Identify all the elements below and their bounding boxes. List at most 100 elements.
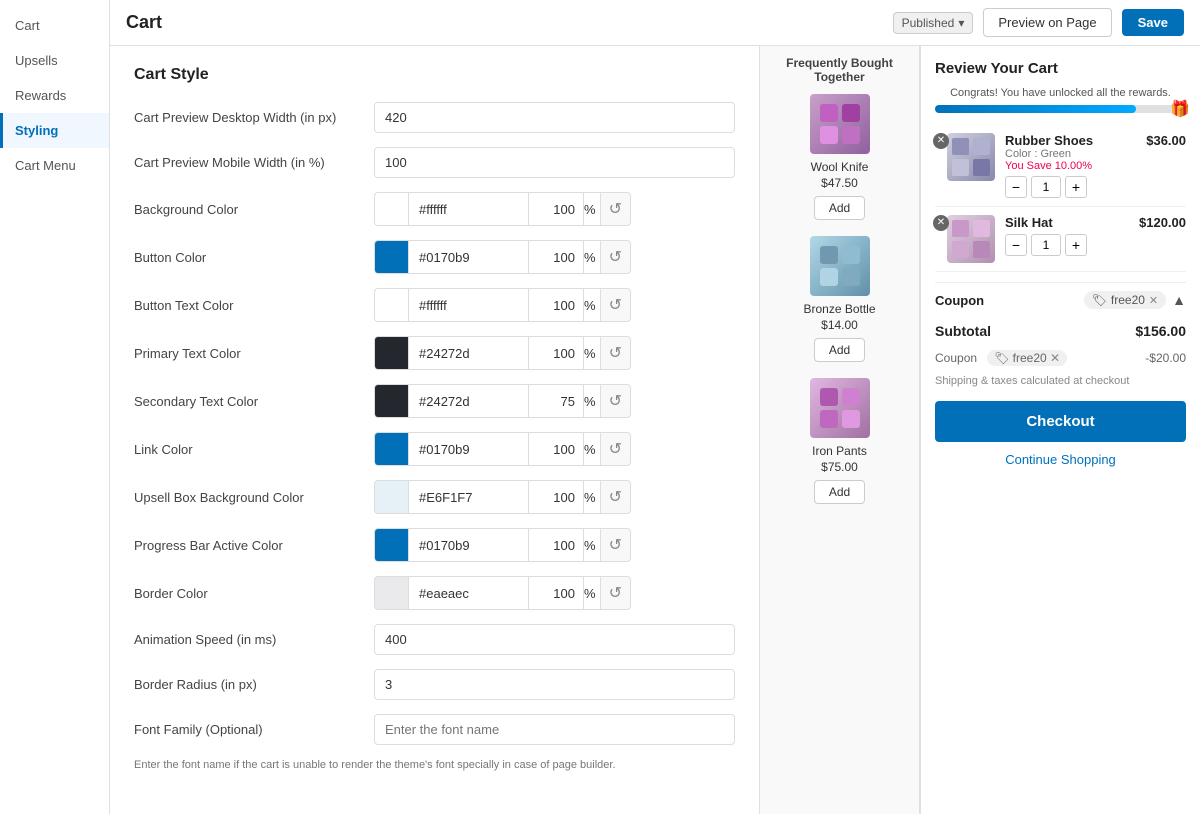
primary_text_color-reset-button[interactable]: ↺ xyxy=(600,336,631,370)
cart-item-name: Silk Hat xyxy=(1005,215,1139,230)
border-radius-input[interactable] xyxy=(374,669,735,700)
checkout-button[interactable]: Checkout xyxy=(935,401,1186,442)
sidebar-item-rewards[interactable]: Rewards xyxy=(0,78,109,113)
sidebar-item-cart-menu[interactable]: Cart Menu xyxy=(0,148,109,183)
review-cart-panel: Review Your Cart Congrats! You have unlo… xyxy=(920,46,1200,814)
progress_bar_color-row: Progress Bar Active Color % ↺ xyxy=(134,528,735,562)
secondary_text_color-reset-button[interactable]: ↺ xyxy=(600,384,631,418)
coupon-section: Coupon 🏷 free20 ✕ ▲ xyxy=(935,282,1186,317)
button_text_color-opacity-input[interactable] xyxy=(528,288,583,322)
continue-shopping-button[interactable]: Continue Shopping xyxy=(935,442,1186,477)
sidebar-item-cart[interactable]: Cart xyxy=(0,8,109,43)
button_color-hex-input[interactable] xyxy=(408,240,528,274)
progress_bar_color-hex-input[interactable] xyxy=(408,528,528,562)
progress_bar_color-opacity-input[interactable] xyxy=(528,528,583,562)
font-family-input[interactable] xyxy=(374,714,735,745)
freq-add-button[interactable]: Add xyxy=(814,338,865,362)
border_color-reset-button[interactable]: ↺ xyxy=(600,576,631,610)
secondary_text_color-opacity-input[interactable] xyxy=(528,384,583,418)
published-label: Published xyxy=(902,16,955,30)
primary_text_color-row: Primary Text Color % ↺ xyxy=(134,336,735,370)
animation-speed-label: Animation Speed (in ms) xyxy=(134,632,374,647)
secondary_text_color-hex-input[interactable] xyxy=(408,384,528,418)
button_color-row: Button Color % ↺ xyxy=(134,240,735,274)
remove-item-button[interactable]: ✕ xyxy=(933,133,949,149)
background_color-hex-input[interactable] xyxy=(408,192,528,226)
progress_bar_color-label: Progress Bar Active Color xyxy=(134,538,374,553)
button_color-opacity-input[interactable] xyxy=(528,240,583,274)
upsell_box_bg_color-swatch[interactable] xyxy=(374,480,408,514)
product-image-bronze-bottle xyxy=(810,236,870,296)
freq-add-button[interactable]: Add xyxy=(814,196,865,220)
primary_text_color-swatch[interactable] xyxy=(374,336,408,370)
background_color-opacity-input[interactable] xyxy=(528,192,583,226)
discount-coupon-remove[interactable]: ✕ xyxy=(1050,351,1060,365)
upsell_box_bg_color-opacity-input[interactable] xyxy=(528,480,583,514)
primary_text_color-opacity-input[interactable] xyxy=(528,336,583,370)
button_text_color-hex-input[interactable] xyxy=(408,288,528,322)
button_color-reset-button[interactable]: ↺ xyxy=(600,240,631,274)
upsell_box_bg_color-row: Upsell Box Background Color % ↺ xyxy=(134,480,735,514)
top-bar: Cart Published ▾ Preview on Page Save xyxy=(110,0,1200,46)
border_color-hex-input[interactable] xyxy=(408,576,528,610)
button_text_color-reset-button[interactable]: ↺ xyxy=(600,288,631,322)
link_color-hex-input[interactable] xyxy=(408,432,528,466)
progress-text: Congrats! You have unlocked all the rewa… xyxy=(935,87,1186,99)
coupon-tag-icon: 🏷 xyxy=(1092,293,1107,307)
sidebar-item-upsells[interactable]: Upsells xyxy=(0,43,109,78)
link_color-opacity-input[interactable] xyxy=(528,432,583,466)
coupon-header[interactable]: Coupon 🏷 free20 ✕ ▲ xyxy=(935,282,1186,317)
chevron-up-icon: ▲ xyxy=(1172,292,1186,308)
quantity-increase-button[interactable]: + xyxy=(1065,176,1087,198)
border_color-swatch[interactable] xyxy=(374,576,408,610)
upsell_box_bg_color-reset-button[interactable]: ↺ xyxy=(600,480,631,514)
freq-item-name: Bronze Bottle xyxy=(803,302,875,316)
remove-item-button[interactable]: ✕ xyxy=(933,215,949,231)
discount-row: Coupon 🏷 free20 ✕ -$20.00 xyxy=(935,345,1186,371)
percent-label: % xyxy=(583,528,600,562)
coupon-code: free20 xyxy=(1111,293,1145,307)
quantity-decrease-button[interactable]: − xyxy=(1005,234,1027,256)
freq-item-price: $47.50 xyxy=(821,176,858,190)
upsell_box_bg_color-hex-input[interactable] xyxy=(408,480,528,514)
product-image-iron-pants xyxy=(810,378,870,438)
primary_text_color-hex-input[interactable] xyxy=(408,336,528,370)
published-badge[interactable]: Published ▾ xyxy=(893,12,974,34)
quantity-input[interactable] xyxy=(1031,234,1061,256)
cart-item-save: You Save 10.00% xyxy=(1005,160,1146,172)
progress_bar_color-reset-button[interactable]: ↺ xyxy=(600,528,631,562)
button_color-swatch[interactable] xyxy=(374,240,408,274)
background_color-group: % ↺ xyxy=(374,192,735,226)
button_text_color-swatch[interactable] xyxy=(374,288,408,322)
sidebar-item-styling[interactable]: Styling xyxy=(0,113,109,148)
mobile-width-input[interactable] xyxy=(374,147,735,178)
coupon-remove-button[interactable]: ✕ xyxy=(1149,294,1158,307)
desktop-width-input[interactable] xyxy=(374,102,735,133)
save-button[interactable]: Save xyxy=(1122,9,1184,36)
freq-add-button[interactable]: Add xyxy=(814,480,865,504)
border_color-label: Border Color xyxy=(134,586,374,601)
freq-title: Frequently Bought Together xyxy=(770,56,909,84)
animation-speed-input[interactable] xyxy=(374,624,735,655)
secondary_text_color-swatch[interactable] xyxy=(374,384,408,418)
background_color-swatch[interactable] xyxy=(374,192,408,226)
desktop-width-label: Cart Preview Desktop Width (in px) xyxy=(134,110,374,125)
secondary_text_color-label: Secondary Text Color xyxy=(134,394,374,409)
border_color-opacity-input[interactable] xyxy=(528,576,583,610)
discount-coupon-badge: 🏷 free20 ✕ xyxy=(987,350,1067,366)
quantity-increase-button[interactable]: + xyxy=(1065,234,1087,256)
percent-label: % xyxy=(583,192,600,226)
link_color-swatch[interactable] xyxy=(374,432,408,466)
button_text_color-group: % ↺ xyxy=(374,288,735,322)
link_color-reset-button[interactable]: ↺ xyxy=(600,432,631,466)
cart-item-price: $120.00 xyxy=(1139,215,1186,230)
shipping-note: Shipping & taxes calculated at checkout xyxy=(935,371,1186,395)
background_color-reset-button[interactable]: ↺ xyxy=(600,192,631,226)
progress-bar-outer: 🎁 xyxy=(935,105,1186,113)
quantity-decrease-button[interactable]: − xyxy=(1005,176,1027,198)
cart-item-subtitle: Color : Green xyxy=(1005,148,1146,160)
progress_bar_color-swatch[interactable] xyxy=(374,528,408,562)
quantity-input[interactable] xyxy=(1031,176,1061,198)
preview-button[interactable]: Preview on Page xyxy=(983,8,1111,37)
freq-item-name: Iron Pants xyxy=(812,444,867,458)
